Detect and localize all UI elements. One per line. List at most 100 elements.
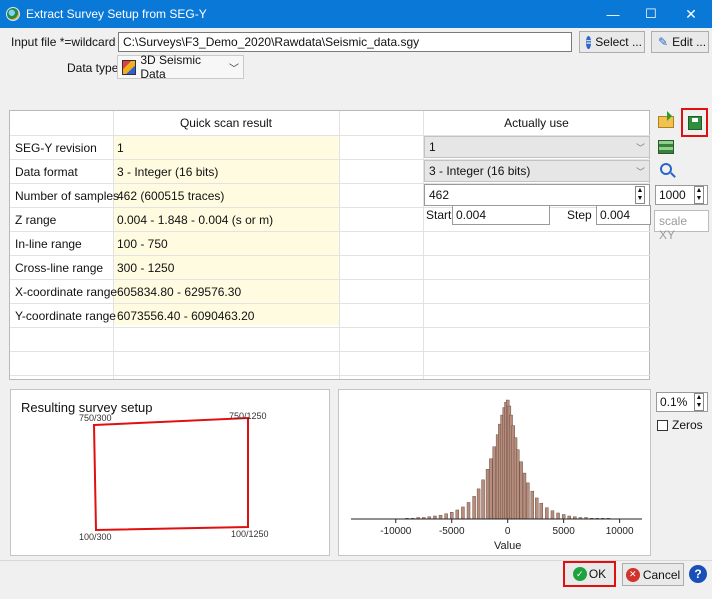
scan-table: Quick scan result Actually use SEG-Y rev… xyxy=(9,110,651,380)
list-icon: ≡ xyxy=(586,35,592,49)
histogram-bar xyxy=(519,461,523,520)
clip-value: 0.1% xyxy=(660,395,688,409)
seismic-cube-icon xyxy=(122,59,137,75)
header-actually-use: Actually use xyxy=(504,116,569,130)
scan-value: 6073556.40 - 6090463.20 xyxy=(117,309,255,323)
histogram-bar xyxy=(438,515,443,520)
histogram-bar xyxy=(530,490,535,520)
select-button[interactable]: ≡ Select ... xyxy=(579,31,645,53)
input-file-field[interactable]: C:\Surveys\F3_Demo_2020\Rawdata\Seismic_… xyxy=(118,32,572,52)
maximize-button[interactable]: ☐ xyxy=(632,0,670,28)
edit-icon: ✎ xyxy=(658,35,669,49)
checkbox-icon[interactable] xyxy=(657,419,668,431)
grid-line xyxy=(10,375,650,376)
histogram-bar xyxy=(450,512,454,520)
scan-value: 462 (600515 traces) xyxy=(117,189,225,203)
histogram-bar xyxy=(489,458,493,520)
step-input[interactable]: 0.004 xyxy=(596,205,651,225)
histogram-bar xyxy=(444,513,448,520)
row-label: Number of samples xyxy=(15,189,120,203)
x-tick-label: -10000 xyxy=(380,526,412,537)
grid-line xyxy=(10,303,650,304)
data-type-select[interactable]: 3D Seismic Data ﹀ xyxy=(117,53,244,81)
grid-line xyxy=(10,279,650,280)
input-file-label: Input file *=wildcard xyxy=(11,35,116,49)
scan-value: 100 - 750 xyxy=(117,237,168,251)
revision-select[interactable]: 1 ﹀ xyxy=(424,136,650,158)
corner-label-tl: 750/300 xyxy=(79,413,112,423)
histogram-bar xyxy=(466,502,471,520)
zeros-label: Zeros xyxy=(672,418,703,432)
app-icon xyxy=(6,7,20,21)
histogram-bar xyxy=(461,506,465,520)
corner-label-bl: 100/300 xyxy=(79,532,112,542)
histogram-bar xyxy=(539,502,543,520)
help-button[interactable]: ? xyxy=(689,565,707,583)
survey-polygon xyxy=(92,416,249,532)
start-input[interactable]: 0.004 xyxy=(452,205,550,225)
x-tick-label: 5000 xyxy=(553,526,576,537)
row-label: Y-coordinate range xyxy=(15,309,116,323)
x-axis-label: Value xyxy=(494,540,521,552)
open-button[interactable] xyxy=(655,111,677,133)
chevron-down-icon: ﹀ xyxy=(635,142,645,153)
grid-line xyxy=(10,207,650,208)
grid-line xyxy=(113,111,114,379)
scan-value: 3 - Integer (16 bits) xyxy=(117,165,219,179)
row-label: X-coordinate range xyxy=(15,285,118,299)
x-tick-label: 10000 xyxy=(606,526,634,537)
revision-value: 1 xyxy=(429,140,436,154)
ok-button[interactable]: ✓ OK xyxy=(563,561,616,587)
spin-arrows-icon[interactable]: ▲ ▼ xyxy=(694,186,704,204)
x-tick-label: -5000 xyxy=(439,526,465,537)
edit-button[interactable]: ✎ Edit ... xyxy=(651,31,709,53)
histogram-bar xyxy=(492,446,496,520)
scale-xy-input[interactable]: scale XY xyxy=(654,210,709,242)
row-label: Data format xyxy=(15,165,78,179)
ok-label: OK xyxy=(588,567,607,581)
spin-arrows-icon[interactable]: ▲ ▼ xyxy=(635,186,645,204)
scan-value: 1 xyxy=(117,141,124,155)
grid-line xyxy=(10,351,650,352)
check-icon: ✓ xyxy=(572,567,587,581)
data-type-value: 3D Seismic Data xyxy=(140,53,201,81)
data-type-label: Data type xyxy=(67,61,119,75)
spin-arrows-icon[interactable]: ▲ ▼ xyxy=(694,393,704,411)
histogram-bar xyxy=(522,472,527,520)
histogram-chart: -10000 -5000 0 5000 10000 Value xyxy=(351,399,642,552)
histogram-bar xyxy=(535,497,539,520)
row-label: Z range xyxy=(15,213,57,227)
cancel-button[interactable]: ✕ Cancel xyxy=(622,563,684,586)
histogram-bar xyxy=(545,507,549,520)
save-button[interactable] xyxy=(681,108,708,137)
traces-value: 1000 xyxy=(659,188,686,202)
minimize-button[interactable]: — xyxy=(594,0,632,28)
corner-label-tr: 750/1250 xyxy=(229,411,267,421)
grid-line xyxy=(10,231,650,232)
header-quick-scan: Quick scan result xyxy=(179,116,273,130)
row-label: Cross-line range xyxy=(15,261,104,275)
histogram-bar xyxy=(472,496,476,520)
samples-spinbox[interactable]: 462 ▲ ▼ xyxy=(424,184,650,206)
magnifier-icon xyxy=(660,163,672,175)
save-icon xyxy=(687,115,702,130)
cancel-icon: ✕ xyxy=(625,567,640,582)
window-title: Extract Survey Setup from SEG-Y xyxy=(26,7,207,21)
histogram-bar xyxy=(485,469,490,520)
scan-button[interactable] xyxy=(655,158,677,180)
scan-value: 605834.80 - 629576.30 xyxy=(117,285,242,299)
zeros-checkbox[interactable]: Zeros xyxy=(657,418,703,432)
x-tick-label: 0 xyxy=(505,526,511,537)
histogram-bar xyxy=(516,449,520,520)
format-select[interactable]: 3 - Integer (16 bits) ﹀ xyxy=(424,160,650,182)
traces-spinbox[interactable]: 1000 ▲ ▼ xyxy=(655,185,708,205)
histogram-bar xyxy=(556,512,560,520)
edit-button-label: Edit ... xyxy=(672,35,707,49)
close-button[interactable]: ✕ xyxy=(670,0,712,28)
histogram-bar xyxy=(476,488,481,520)
open-folder-icon xyxy=(658,111,674,128)
merge-button[interactable] xyxy=(655,136,677,158)
grid-line xyxy=(10,255,650,256)
clip-spinbox[interactable]: 0.1% ▲ ▼ xyxy=(656,392,708,412)
histogram-bar xyxy=(550,510,555,520)
